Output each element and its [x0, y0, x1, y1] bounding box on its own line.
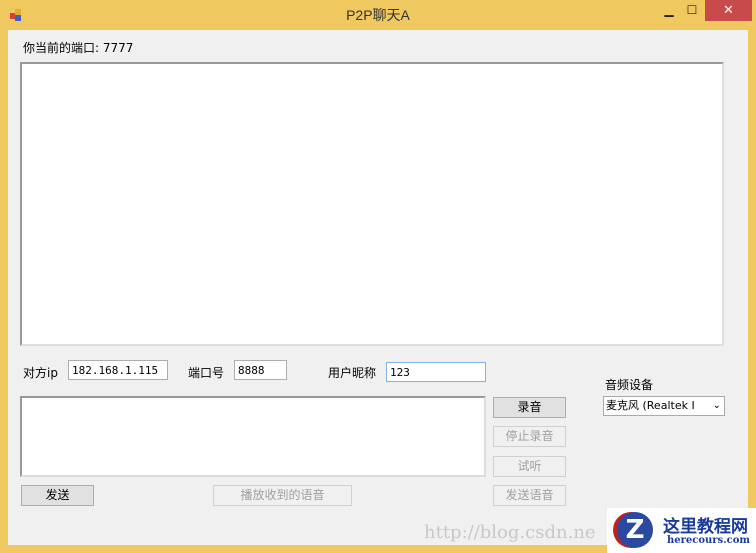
close-button[interactable]: ✕ — [705, 0, 752, 21]
send-button[interactable]: 发送 — [21, 485, 94, 506]
logo-z-icon: Z — [617, 512, 653, 548]
window-title: P2P聊天A — [346, 7, 410, 23]
audio-device-select[interactable]: 麦克风 (Realtek I ⌄ — [603, 396, 725, 416]
logo-subtitle: herecours.com — [667, 535, 751, 546]
audio-device-value: 麦克风 (Realtek I — [606, 399, 695, 412]
record-button[interactable]: 录音 — [493, 397, 566, 418]
site-logo: Z 这里教程网 herecours.com — [607, 508, 756, 553]
maximize-button[interactable]: ☐ — [680, 0, 704, 20]
nickname-label: 用户昵称 — [328, 366, 377, 380]
current-port-label: 你当前的端口: 7777 — [23, 41, 134, 55]
logo-title: 这里教程网 — [663, 517, 748, 537]
message-input[interactable] — [20, 396, 486, 477]
peer-port-input[interactable] — [234, 360, 287, 380]
peer-ip-label: 对方ip — [23, 366, 58, 380]
client-area: 你当前的端口: 7777 对方ip 端口号 用户昵称 发送 播放收到的语音 录音… — [8, 30, 748, 545]
peer-ip-input[interactable] — [68, 360, 168, 380]
chat-log[interactable] — [20, 62, 724, 346]
play-received-button[interactable]: 播放收到的语音 — [213, 485, 352, 506]
nickname-input[interactable] — [386, 362, 486, 382]
stop-record-button[interactable]: 停止录音 — [493, 426, 566, 447]
audio-device-label: 音频设备 — [605, 378, 654, 392]
peer-port-label: 端口号 — [188, 366, 225, 380]
watermark-url: http://blog.csdn.ne — [424, 522, 596, 543]
minimize-button[interactable]: ▁ — [657, 0, 681, 20]
listen-button[interactable]: 试听 — [493, 456, 566, 477]
send-voice-button[interactable]: 发送语音 — [493, 485, 566, 506]
app-window: P2P聊天A ▁ ☐ ✕ 你当前的端口: 7777 对方ip 端口号 用户昵称 … — [0, 0, 756, 553]
chevron-down-icon: ⌄ — [712, 400, 721, 411]
